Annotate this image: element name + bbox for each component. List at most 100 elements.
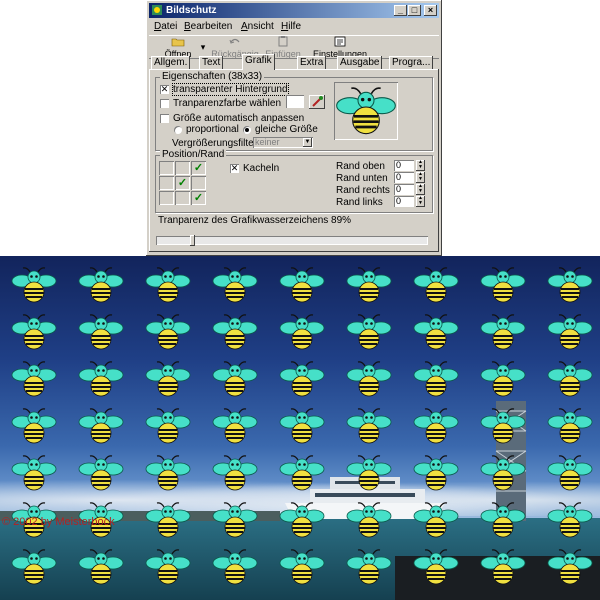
bee-watermark-icon xyxy=(480,454,526,491)
bee-watermark-icon xyxy=(346,313,392,350)
bee-watermark-icon xyxy=(78,407,124,444)
margin-right-spinner[interactable]: ▲ ▼ xyxy=(416,184,425,195)
close-button[interactable]: × xyxy=(424,5,437,16)
color-picker-button[interactable] xyxy=(309,95,325,109)
transparent-bg-checkbox[interactable]: ✕ xyxy=(160,85,169,94)
auto-size-label: Größe automatisch anpassen xyxy=(173,113,305,124)
copyright-watermark: © 2002 by Meisterbock xyxy=(2,516,115,528)
bee-watermark-icon xyxy=(279,548,325,585)
margin-bottom-input[interactable]: 0 xyxy=(394,172,414,183)
pipette-icon xyxy=(312,96,323,107)
bee-watermark-icon xyxy=(547,454,593,491)
bee-watermark-icon xyxy=(279,360,325,397)
zoom-filter-value: keiner xyxy=(255,137,280,147)
menu-hilfe[interactable]: Hilfe xyxy=(281,21,301,32)
margin-right-input[interactable]: 0 xyxy=(394,184,414,195)
bee-watermark-icon xyxy=(413,454,459,491)
bee-watermark-icon xyxy=(279,313,325,350)
bee-watermark-icon xyxy=(145,501,191,538)
tile-checkbox[interactable]: ✕ xyxy=(230,164,239,173)
position-cell-center[interactable]: ✓ xyxy=(175,176,190,190)
bee-preview-icon xyxy=(335,86,397,136)
position-cell-bottom-center[interactable] xyxy=(175,191,190,205)
bee-watermark-icon xyxy=(11,266,57,303)
open-dropdown-arrow[interactable]: ▾ xyxy=(199,42,207,53)
menu-datei[interactable]: Datei xyxy=(154,21,177,32)
transparency-slider-thumb[interactable] xyxy=(190,235,195,246)
bee-watermark-icon xyxy=(212,501,258,538)
bee-watermark-icon xyxy=(279,501,325,538)
bee-watermark-icon xyxy=(11,407,57,444)
bee-watermark-icon xyxy=(346,266,392,303)
chevron-down-icon[interactable]: ▼ xyxy=(303,138,312,147)
bee-watermark-icon xyxy=(11,360,57,397)
bee-watermark-icon xyxy=(279,407,325,444)
menu-bar: Datei Bearbeiten Ansicht Hilfe xyxy=(149,19,439,34)
margin-top-spinner[interactable]: ▲ ▼ xyxy=(416,160,425,171)
proportional-label: proportional xyxy=(186,124,239,135)
position-cell-middle-right[interactable] xyxy=(191,176,206,190)
undo-icon xyxy=(229,38,240,44)
margin-left-input[interactable]: 0 xyxy=(394,196,414,207)
position-cell-bottom-left[interactable] xyxy=(159,191,174,205)
bee-watermark-icon xyxy=(212,407,258,444)
auto-size-checkbox[interactable] xyxy=(160,114,169,123)
bee-watermark-icon xyxy=(413,407,459,444)
margin-top-label: Rand oben xyxy=(336,161,385,172)
grafik-panel: Eigenschaften (38x33) ✕ transparenter Hi… xyxy=(149,69,439,252)
bee-watermark-icon xyxy=(145,454,191,491)
same-size-radio[interactable] xyxy=(243,126,251,134)
bee-watermark-icon xyxy=(78,313,124,350)
zoom-filter-label: Vergrößerungsfilter xyxy=(172,138,258,149)
menu-ansicht[interactable]: Ansicht xyxy=(241,21,274,32)
bee-watermark-icon xyxy=(547,548,593,585)
bee-watermark-icon xyxy=(480,501,526,538)
minimize-button[interactable]: _ xyxy=(394,5,407,16)
position-cell-top-right[interactable]: ✓ xyxy=(191,161,206,175)
margin-bottom-spinner[interactable]: ▲ ▼ xyxy=(416,172,425,183)
zoom-filter-select[interactable]: keiner ▼ xyxy=(253,137,313,148)
proportional-radio[interactable] xyxy=(174,126,182,134)
bee-watermark-icon xyxy=(346,454,392,491)
bee-watermark-icon xyxy=(145,548,191,585)
position-cell-top-left[interactable] xyxy=(159,161,174,175)
margin-top-input[interactable]: 0 xyxy=(394,160,414,171)
bee-watermark-icon xyxy=(547,360,593,397)
bee-watermark-icon xyxy=(212,548,258,585)
properties-legend: Eigenschaften (38x33) xyxy=(160,71,265,82)
tab-extra[interactable]: Extra xyxy=(297,56,327,69)
margin-left-spinner[interactable]: ▲ ▼ xyxy=(416,196,425,207)
bee-watermark-icon xyxy=(413,313,459,350)
choose-color-checkbox[interactable] xyxy=(160,99,169,108)
bee-watermark-icon xyxy=(212,360,258,397)
maximize-button[interactable]: □ xyxy=(408,5,421,16)
tab-text[interactable]: Text xyxy=(199,56,224,69)
bee-watermark-icon xyxy=(547,266,593,303)
bee-watermark-icon xyxy=(480,548,526,585)
bee-watermark-icon xyxy=(212,266,258,303)
tile-label: Kacheln xyxy=(243,163,280,174)
position-cell-top-center[interactable] xyxy=(175,161,190,175)
bee-watermark-icon xyxy=(11,454,57,491)
tab-programm[interactable]: Progra... xyxy=(389,56,434,69)
bee-watermark-icon xyxy=(346,501,392,538)
tab-ausgabe[interactable]: Ausgabe xyxy=(337,56,383,69)
position-cell-bottom-right[interactable]: ✓ xyxy=(191,191,206,205)
bee-watermark-icon xyxy=(413,501,459,538)
window-title: Bildschutz xyxy=(166,5,217,16)
position-cell-middle-left[interactable] xyxy=(159,176,174,190)
graphic-preview xyxy=(334,82,398,140)
tab-allgem[interactable]: Allgem. xyxy=(151,56,191,69)
menu-bearbeiten[interactable]: Bearbeiten xyxy=(184,21,232,32)
bee-watermark-icon xyxy=(346,360,392,397)
transparency-color-swatch[interactable] xyxy=(286,95,304,108)
bee-watermark-icon xyxy=(547,313,593,350)
bee-watermark-icon xyxy=(212,313,258,350)
transparency-slider[interactable] xyxy=(156,235,428,246)
title-bar[interactable]: Bildschutz _ □ × xyxy=(149,3,439,18)
tab-grafik[interactable]: Grafik xyxy=(242,54,275,70)
bee-watermark-icon xyxy=(145,313,191,350)
folder-open-icon xyxy=(171,38,185,47)
bee-watermark-icon xyxy=(145,266,191,303)
bee-watermark-icon xyxy=(145,360,191,397)
